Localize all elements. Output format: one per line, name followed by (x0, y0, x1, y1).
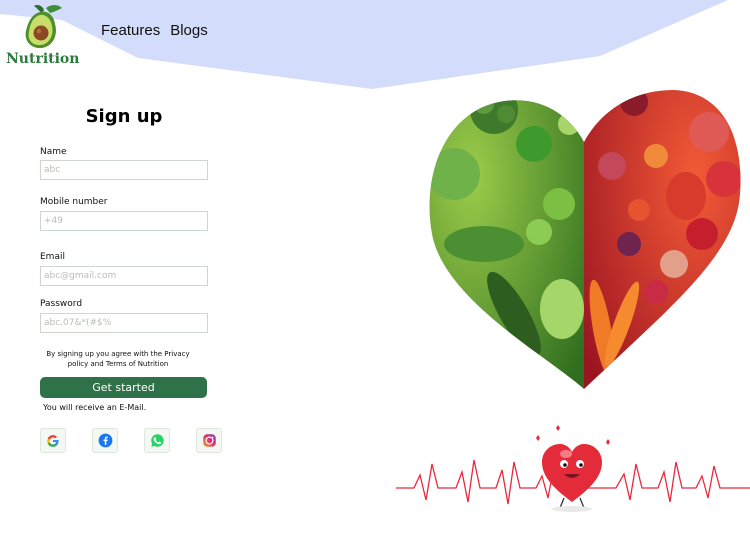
whatsapp-icon (150, 434, 164, 447)
vegetable-heart-image (429, 90, 741, 389)
avocado-logo-icon (25, 5, 62, 49)
nav-features-link[interactable]: Features (101, 22, 160, 39)
mobile-number-input[interactable] (40, 211, 208, 231)
facebook-signup-button[interactable] (92, 428, 118, 453)
mobile-number-label: Mobile number (40, 197, 108, 207)
email-input[interactable] (40, 266, 208, 286)
whatsapp-signup-button[interactable] (144, 428, 170, 453)
google-icon (47, 434, 59, 447)
facebook-icon (98, 433, 112, 448)
email-label: Email (40, 252, 65, 262)
instagram-signup-button[interactable] (196, 428, 222, 453)
google-signup-button[interactable] (40, 428, 66, 453)
brand-name: Nutrition (6, 51, 80, 67)
get-started-button[interactable]: Get started (40, 377, 207, 398)
name-input[interactable] (40, 160, 208, 180)
name-label: Name (40, 147, 67, 157)
instagram-icon (202, 434, 216, 447)
heartbeat-mascot-illustration (396, 425, 750, 512)
brand-logo[interactable]: Nutrition (6, 4, 80, 68)
terms-text: By signing up you agree with the Privacy… (46, 350, 190, 368)
nav-blogs-link[interactable]: Blogs (170, 22, 208, 39)
email-note: You will receive an E-Mail. (43, 403, 147, 412)
heart-mascot (536, 425, 610, 512)
page-title: Sign up (85, 106, 163, 127)
password-input[interactable] (40, 313, 208, 333)
password-label: Password (40, 299, 83, 309)
top-nav: Features Blogs (101, 22, 208, 39)
